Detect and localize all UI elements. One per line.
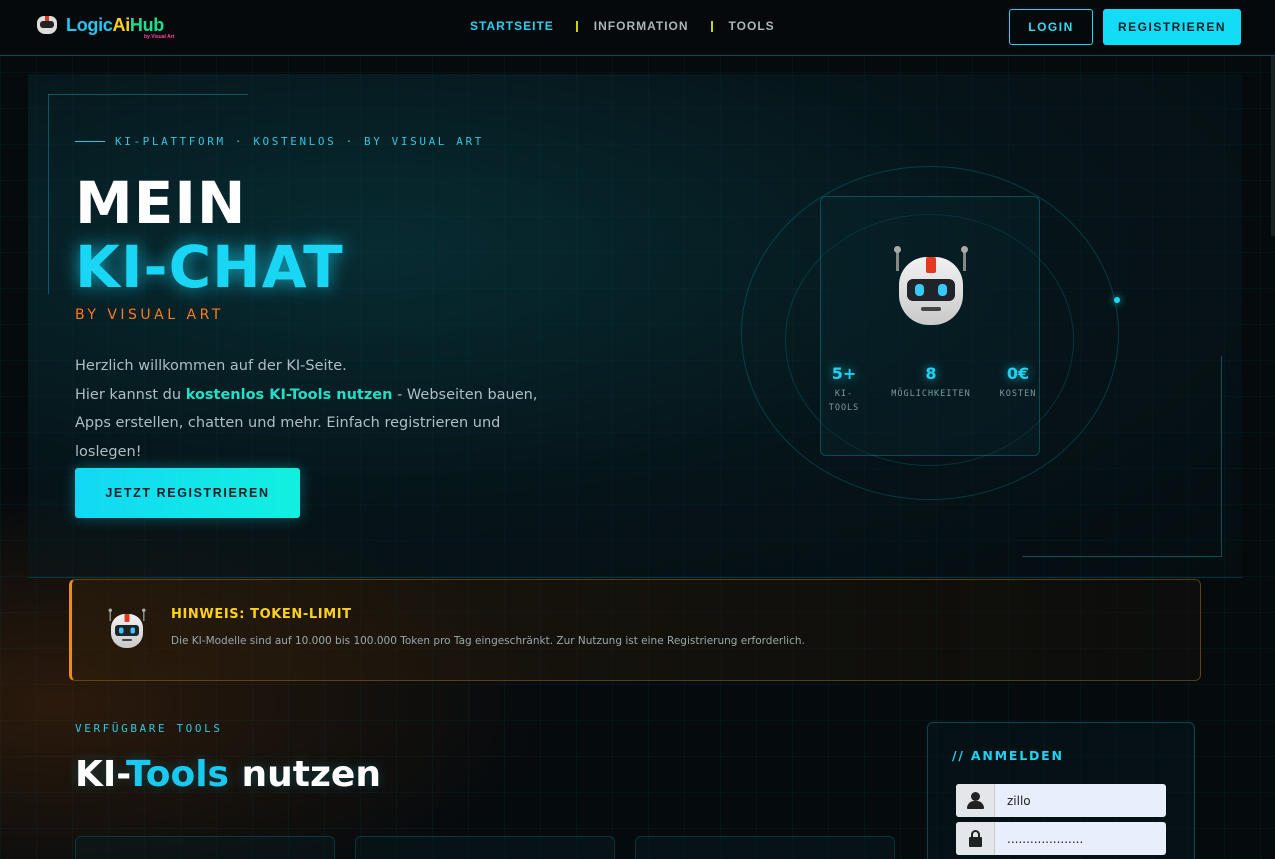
intro-highlight: kostenlos KI-Tools nutzen [185,386,393,403]
nav-separator [575,20,578,32]
corner-decoration [1221,356,1222,556]
intro-line1: Herzlich willkommen auf der KI-Seite. [75,358,347,374]
stat-tools-number: 5+ [831,364,857,383]
logo-text-hub: Hub [129,15,164,35]
corner-decoration [48,94,248,95]
logo-text: LogicAiHub [66,16,164,34]
notice-text: Die KI-Modelle sind auf 10.000 bis 100.0… [171,635,805,647]
password-input[interactable] [995,822,1165,855]
hero-byline: BY VISUAL ART [75,307,224,323]
logo-text-logic: Logic [66,15,113,35]
tools-eyebrow: VERFÜGBARE TOOLS [75,722,223,735]
stat-tools: 5+ KI- TOOLS [824,364,864,415]
tool-card[interactable] [355,836,615,859]
nav-link-information[interactable]: INFORMATION [594,19,689,33]
password-field [956,822,1166,855]
corner-decoration [48,94,49,294]
register-button[interactable]: REGISTRIEREN [1103,9,1241,45]
nav-link-tools[interactable]: TOOLS [729,19,775,33]
tools-title-accent: Tools [125,754,229,795]
intro-pre: Hier kannst du [75,386,186,403]
hero-title-line2: KI-CHAT [75,233,344,301]
stat-costs: 0€ KOSTEN [994,364,1042,401]
user-icon [956,784,995,817]
login-title: // ANMELDEN [952,748,1064,763]
tools-title: KI-Tools nutzen [75,754,381,795]
corner-decoration [1022,556,1222,557]
token-limit-notice [69,579,1201,681]
stat-tools-label: KI- TOOLS [828,389,860,413]
logo-subtitle: by Visual Art [144,34,175,40]
nav-link-startseite[interactable]: STARTSEITE [470,19,554,33]
stat-options-number: 8 [925,364,937,383]
stat-options-label: MÖGLICHKEITEN [891,389,971,399]
nav-separator [710,20,713,32]
username-input[interactable] [995,784,1165,817]
lock-icon [956,822,995,855]
stat-costs-number: 0€ [1006,364,1030,383]
robot-icon [107,608,147,650]
hero-eyebrow-text: KI-PLATTFORM · KOSTENLOS · BY VISUAL ART [115,135,484,148]
robot-icon [891,246,971,329]
notice-title: HINWEIS: TOKEN-LIMIT [171,607,352,622]
tools-title-pre: KI- [75,754,126,795]
nav-links: STARTSEITE INFORMATION TOOLS [470,19,775,33]
orbit-dot [1114,297,1120,303]
stat-options: 8 MÖGLICHKEITEN [881,364,981,401]
tool-card[interactable] [635,836,895,859]
login-button[interactable]: LOGIN [1009,9,1093,45]
tool-card[interactable] [75,836,335,859]
username-field [956,784,1166,817]
eyebrow-line [75,141,105,142]
top-nav: LogicAiHub by Visual Art STARTSEITE INFO… [0,0,1275,56]
scrollbar[interactable] [1271,56,1275,236]
hero-intro: Herzlich willkommen auf der KI-Seite. Hi… [75,352,555,466]
logo-text-ai: Ai [112,15,131,35]
hero-eyebrow: KI-PLATTFORM · KOSTENLOS · BY VISUAL ART [75,135,484,148]
cta-register-button[interactable]: JETZT REGISTRIEREN [75,468,300,518]
tools-title-post: nutzen [228,754,381,795]
hero-title-line1: MEIN [75,169,247,237]
logo-robot-icon [34,13,60,37]
stat-costs-label: KOSTEN [999,389,1037,399]
